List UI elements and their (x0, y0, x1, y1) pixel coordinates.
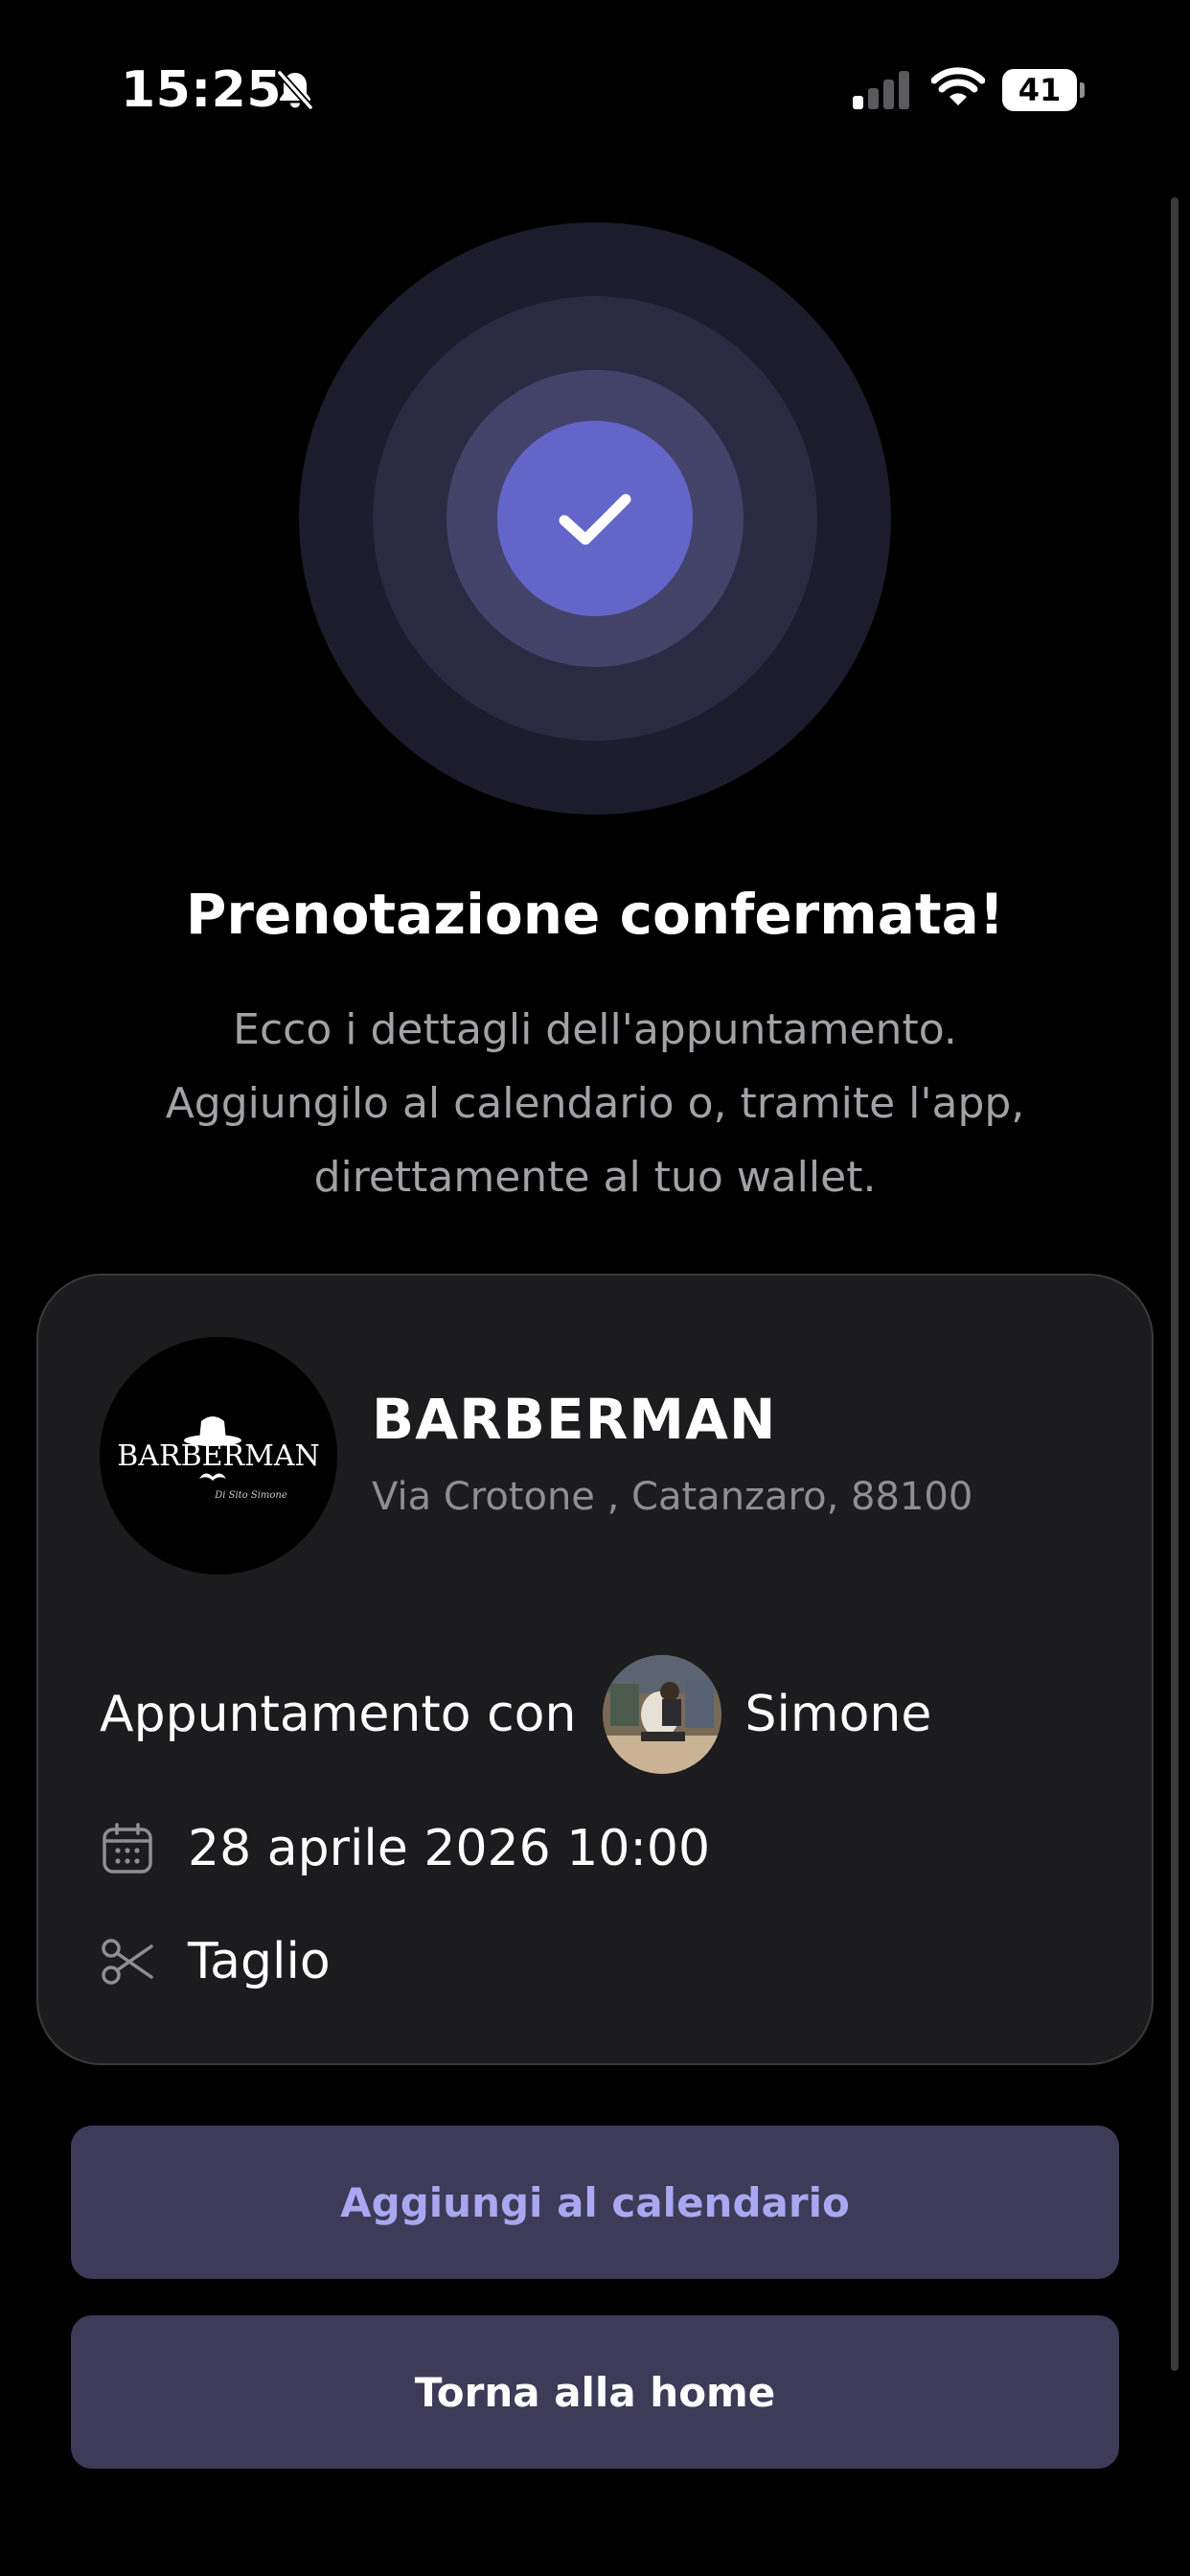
success-badge (299, 222, 891, 815)
battery-level: 41 (1018, 72, 1062, 108)
cellular-signal-icon (853, 71, 909, 109)
page-title: Prenotazione confermata! (185, 882, 1005, 947)
shop-logo: BARBERMAN Di Sito Simone (100, 1337, 337, 1575)
status-bar: 15:25 41 (0, 0, 1190, 144)
calendar-icon (103, 1823, 152, 1874)
scrollbar[interactable] (1171, 197, 1179, 2371)
status-time: 15:25 (121, 61, 283, 119)
back-to-home-button[interactable]: Torna alla home (71, 2315, 1119, 2469)
shop-name: BARBERMAN (372, 1387, 777, 1452)
appointment-with: Appuntamento con Simone (100, 1655, 931, 1774)
check-icon (559, 494, 631, 545)
barber-name: Simone (744, 1686, 932, 1743)
avatar (603, 1655, 722, 1774)
subtitle-line: Ecco i dettagli dell'appuntamento. (233, 1005, 957, 1054)
appointment-label: Appuntamento con (100, 1686, 577, 1743)
appointment-date: 28 aprile 2026 10:00 (100, 1815, 710, 1882)
service-text: Taglio (188, 1933, 331, 1990)
battery-icon: 41 (1002, 69, 1085, 111)
logo-script: Di Sito Simone (214, 1490, 287, 1501)
barberman-logo-icon: BARBERMAN Di Sito Simone (117, 1416, 320, 1501)
scissors-icon (102, 1939, 153, 1985)
booking-card: BARBERMAN Di Sito Simone BARBERMAN Via C… (36, 1274, 1154, 2065)
appointment-date-text: 28 aprile 2026 10:00 (188, 1820, 711, 1877)
shop-address: Via Crotone , Catanzaro, 88100 (372, 1475, 973, 1519)
subtitle-line: Aggiungilo al calendario o, tramite l'ap… (165, 1079, 1025, 1128)
confirmation-subtitle: Ecco i dettagli dell'appuntamento. Aggiu… (78, 993, 1112, 1214)
appointment-service: Taglio (100, 1928, 331, 1995)
add-to-calendar-button[interactable]: Aggiungi al calendario (71, 2126, 1119, 2279)
logo-text: BARBERMAN (117, 1439, 319, 1473)
wifi-icon (931, 67, 985, 105)
subtitle-line: direttamente al tuo wallet. (313, 1153, 877, 1202)
bell-slash-icon (276, 69, 314, 111)
